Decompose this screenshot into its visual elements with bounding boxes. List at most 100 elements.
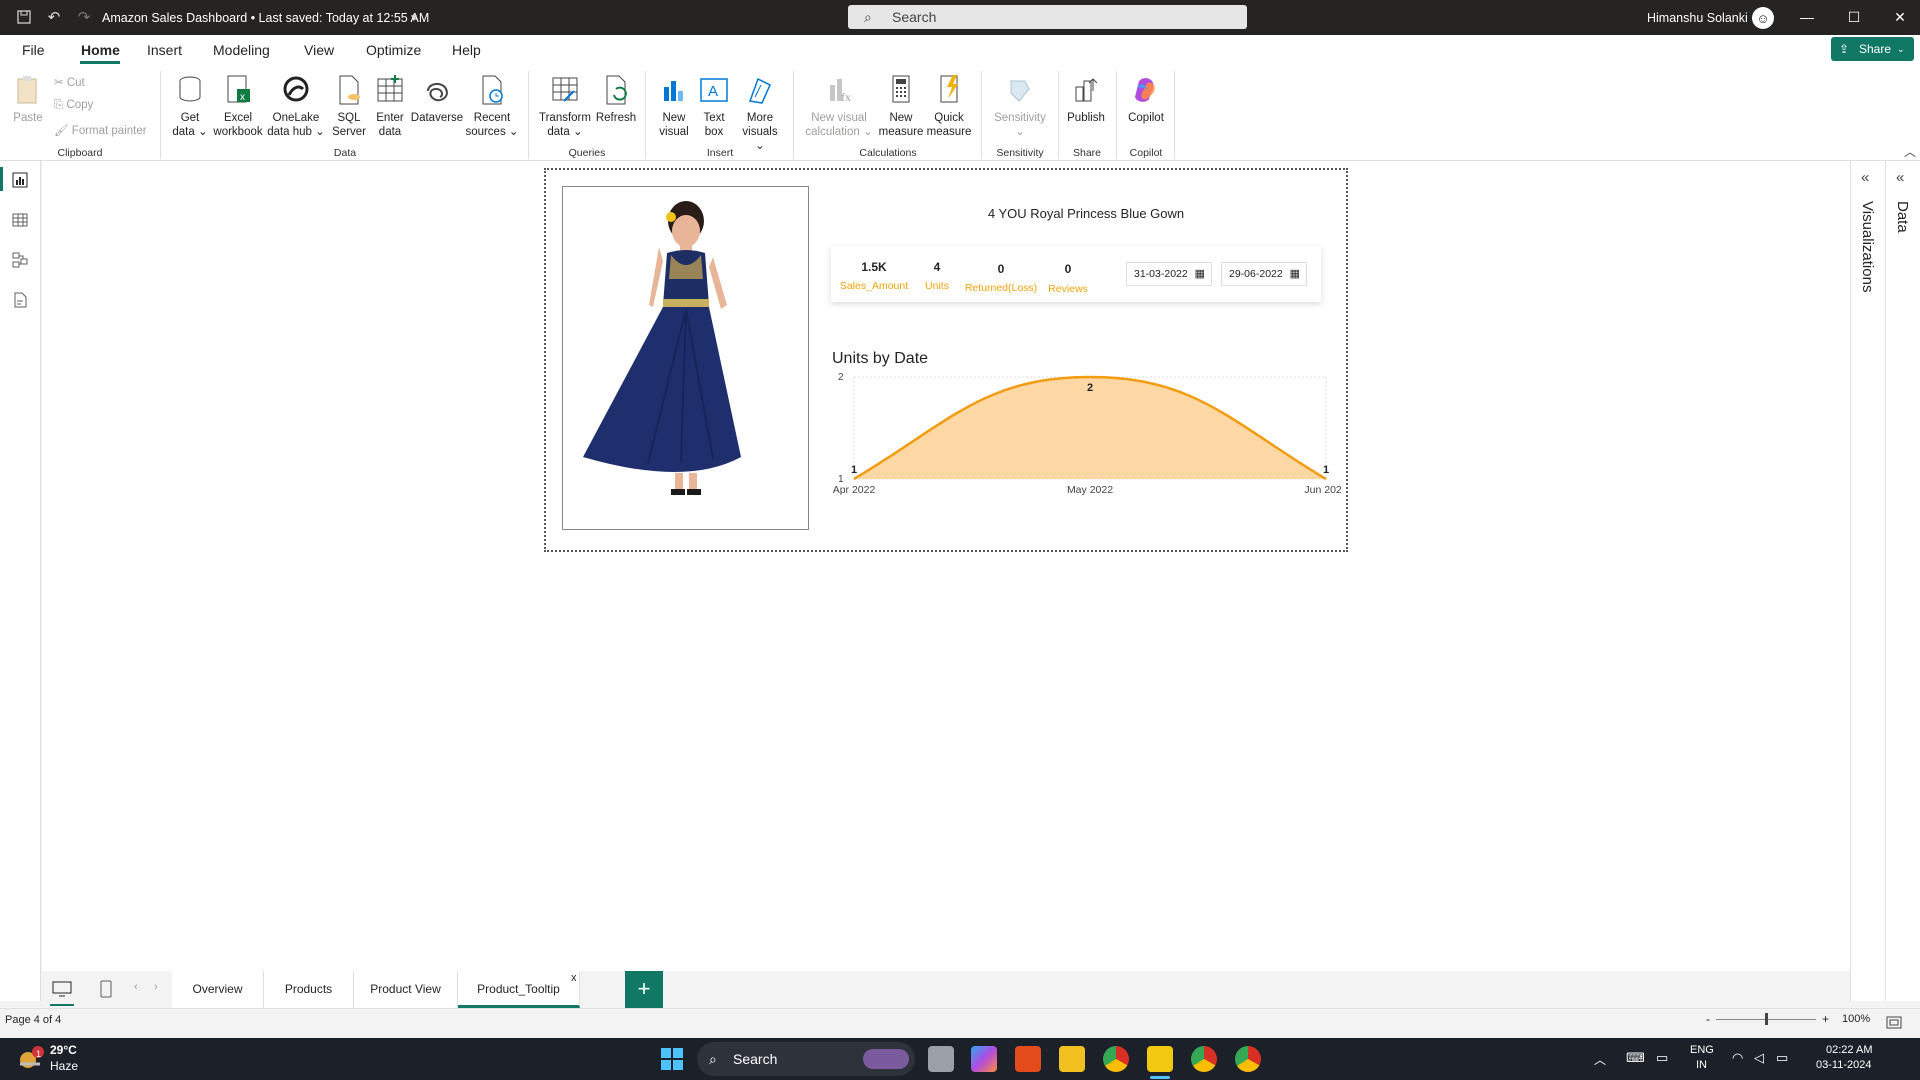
menu-home[interactable]: Home	[81, 42, 120, 58]
search-input[interactable]: ⌕ Search	[848, 5, 1247, 29]
save-icon[interactable]	[14, 7, 34, 27]
tooltip-report-page[interactable]: 4 YOU Royal Princess Blue Gown 1.5K Sale…	[544, 168, 1348, 552]
collapse-ribbon-icon[interactable]: ︿	[1904, 143, 1916, 160]
enter-data-button[interactable]: Enter data	[371, 73, 409, 139]
windows-start-icon[interactable]	[659, 1046, 685, 1072]
language-line-2[interactable]: IN	[1696, 1059, 1707, 1071]
copilot-button[interactable]: Copilot	[1124, 73, 1168, 125]
date-to-input[interactable]: 29-06-2022 ▦	[1221, 262, 1307, 286]
close-icon[interactable]: ✕	[1880, 5, 1920, 30]
format-painter-button[interactable]: 🖌 Format painter	[54, 123, 147, 137]
date-from-input[interactable]: 31-03-2022 ▦	[1126, 262, 1212, 286]
volume-icon[interactable]: ◁	[1754, 1050, 1764, 1066]
battery-icon[interactable]: ▭	[1776, 1050, 1788, 1066]
menu-modeling[interactable]: Modeling	[213, 42, 270, 58]
zoom-out-icon[interactable]: -	[1706, 1012, 1710, 1026]
wifi-icon[interactable]: ◠	[1732, 1050, 1743, 1066]
weather-description[interactable]: Haze	[50, 1059, 78, 1073]
units-by-date-chart[interactable]: 12112Apr 2022May 2022Jun 2022	[826, 365, 1341, 545]
model-view-icon[interactable]	[11, 251, 29, 269]
new-visual-calculation-button[interactable]: fx New visual calculation ⌄	[800, 73, 878, 139]
weather-temperature[interactable]: 29°C	[50, 1043, 77, 1057]
tab-product-tooltip[interactable]: Product_Tooltip	[458, 971, 580, 1008]
chevron-left-icon[interactable]: ‹	[134, 981, 138, 993]
clock-time[interactable]: 02:22 AM	[1826, 1044, 1872, 1056]
clock-date[interactable]: 03-11-2024	[1816, 1059, 1871, 1071]
cut-button[interactable]: ✂ Cut	[54, 75, 85, 89]
menu-optimize[interactable]: Optimize	[366, 42, 421, 58]
chevron-left-icon[interactable]: «	[1896, 169, 1904, 186]
recent-sources-button[interactable]: Recent sources ⌄	[465, 73, 519, 139]
transform-data-button[interactable]: Transform data ⌄	[536, 73, 594, 139]
chrome-profile-icon[interactable]	[1191, 1046, 1217, 1072]
mobile-layout-icon[interactable]	[100, 980, 112, 998]
x-tick-label: May 2022	[1067, 484, 1113, 496]
visualizations-pane-label[interactable]: Visualizations	[1859, 201, 1876, 292]
avatar[interactable]: ☺	[1752, 7, 1774, 29]
product-image[interactable]	[562, 186, 809, 530]
taskbar-search-input[interactable]: ⌕ Search	[697, 1042, 915, 1076]
file-explorer-icon[interactable]	[1059, 1046, 1085, 1072]
tab-product-view[interactable]: Product View	[354, 971, 458, 1008]
redo-icon[interactable]: ↷	[74, 7, 94, 27]
display-icon[interactable]: ▭	[1656, 1050, 1668, 1066]
menu-file[interactable]: File	[22, 42, 45, 58]
minimize-icon[interactable]: —	[1787, 5, 1827, 30]
zoom-level[interactable]: 100%	[1842, 1013, 1870, 1025]
paste-button[interactable]: Paste	[10, 73, 46, 125]
zoom-slider-thumb[interactable]	[1765, 1013, 1768, 1025]
chrome-icon[interactable]	[1103, 1046, 1129, 1072]
data-pane-label[interactable]: Data	[1894, 201, 1911, 233]
fit-to-page-icon[interactable]	[1886, 1016, 1902, 1029]
user-name[interactable]: Himanshu Solanki	[1647, 11, 1748, 25]
report-view-icon[interactable]	[11, 171, 29, 189]
chevron-right-icon[interactable]: ›	[154, 981, 158, 993]
copilot-taskbar-icon[interactable]	[971, 1046, 997, 1072]
tab-products[interactable]: Products	[264, 971, 354, 1008]
get-data-button[interactable]: Get data ⌄	[170, 73, 210, 139]
add-page-button[interactable]: +	[625, 971, 663, 1008]
publish-button[interactable]: Publish	[1064, 73, 1108, 125]
undo-icon[interactable]: ↶	[44, 7, 64, 27]
excel-workbook-button[interactable]: x Excel workbook	[212, 73, 264, 139]
chevron-left-icon[interactable]: «	[1861, 169, 1869, 186]
chevron-down-icon[interactable]: ▼	[404, 8, 424, 28]
dataverse-button[interactable]: Dataverse	[409, 73, 465, 125]
new-visual-button[interactable]: New visual	[655, 73, 693, 139]
table-view-icon[interactable]	[11, 211, 29, 229]
power-bi-icon[interactable]	[1147, 1046, 1173, 1072]
more-visuals-button[interactable]: More visuals ⌄	[737, 73, 783, 153]
sensitivity-button[interactable]: Sensitivity ⌄	[988, 73, 1052, 139]
text-box-button[interactable]: A Text box	[695, 73, 733, 139]
close-tab-icon[interactable]: x	[571, 972, 577, 984]
onelake-data-hub-button[interactable]: OneLake data hub ⌄	[267, 73, 325, 139]
maximize-icon[interactable]: ☐	[1834, 5, 1874, 30]
new-measure-button[interactable]: New measure	[878, 73, 924, 139]
menu-insert[interactable]: Insert	[147, 42, 182, 58]
menu-view[interactable]: View	[304, 42, 334, 58]
keyboard-icon[interactable]: ⌨	[1626, 1050, 1645, 1066]
quick-measure-button[interactable]: Quick measure	[926, 73, 972, 139]
calendar-icon[interactable]: ▦	[1195, 263, 1205, 285]
zoom-in-icon[interactable]: +	[1822, 1012, 1829, 1026]
tab-overview[interactable]: Overview	[172, 971, 264, 1008]
sql-server-button[interactable]: SQL Server	[329, 73, 369, 139]
calendar-icon[interactable]: ▦	[1290, 263, 1300, 285]
data-pane[interactable]: « Data	[1885, 161, 1920, 1001]
document-title[interactable]: Amazon Sales Dashboard • Last saved: Tod…	[102, 11, 429, 25]
refresh-button[interactable]: Refresh	[595, 73, 637, 125]
copy-button[interactable]: ⎘ Copy	[54, 99, 93, 112]
language-line-1[interactable]: ENG	[1690, 1044, 1714, 1056]
menu-help[interactable]: Help	[452, 42, 481, 58]
visualizations-pane[interactable]: « Visualizations	[1850, 161, 1885, 1001]
brave-browser-icon[interactable]	[1015, 1046, 1041, 1072]
sql-server-icon	[339, 75, 360, 105]
recent-label-1: Recent	[473, 112, 511, 124]
chevron-up-icon[interactable]: ︿	[1594, 1051, 1606, 1068]
desktop-layout-icon[interactable]	[52, 981, 72, 997]
chrome-profile-2-icon[interactable]	[1235, 1046, 1261, 1072]
task-view-icon[interactable]	[928, 1046, 954, 1072]
share-button[interactable]: ⇪ Share ⌄	[1831, 37, 1914, 61]
kpi-card[interactable]: 1.5K Sales_Amount 4 Units 0 Returned(Los…	[831, 246, 1321, 302]
dax-query-view-icon[interactable]	[11, 291, 29, 309]
